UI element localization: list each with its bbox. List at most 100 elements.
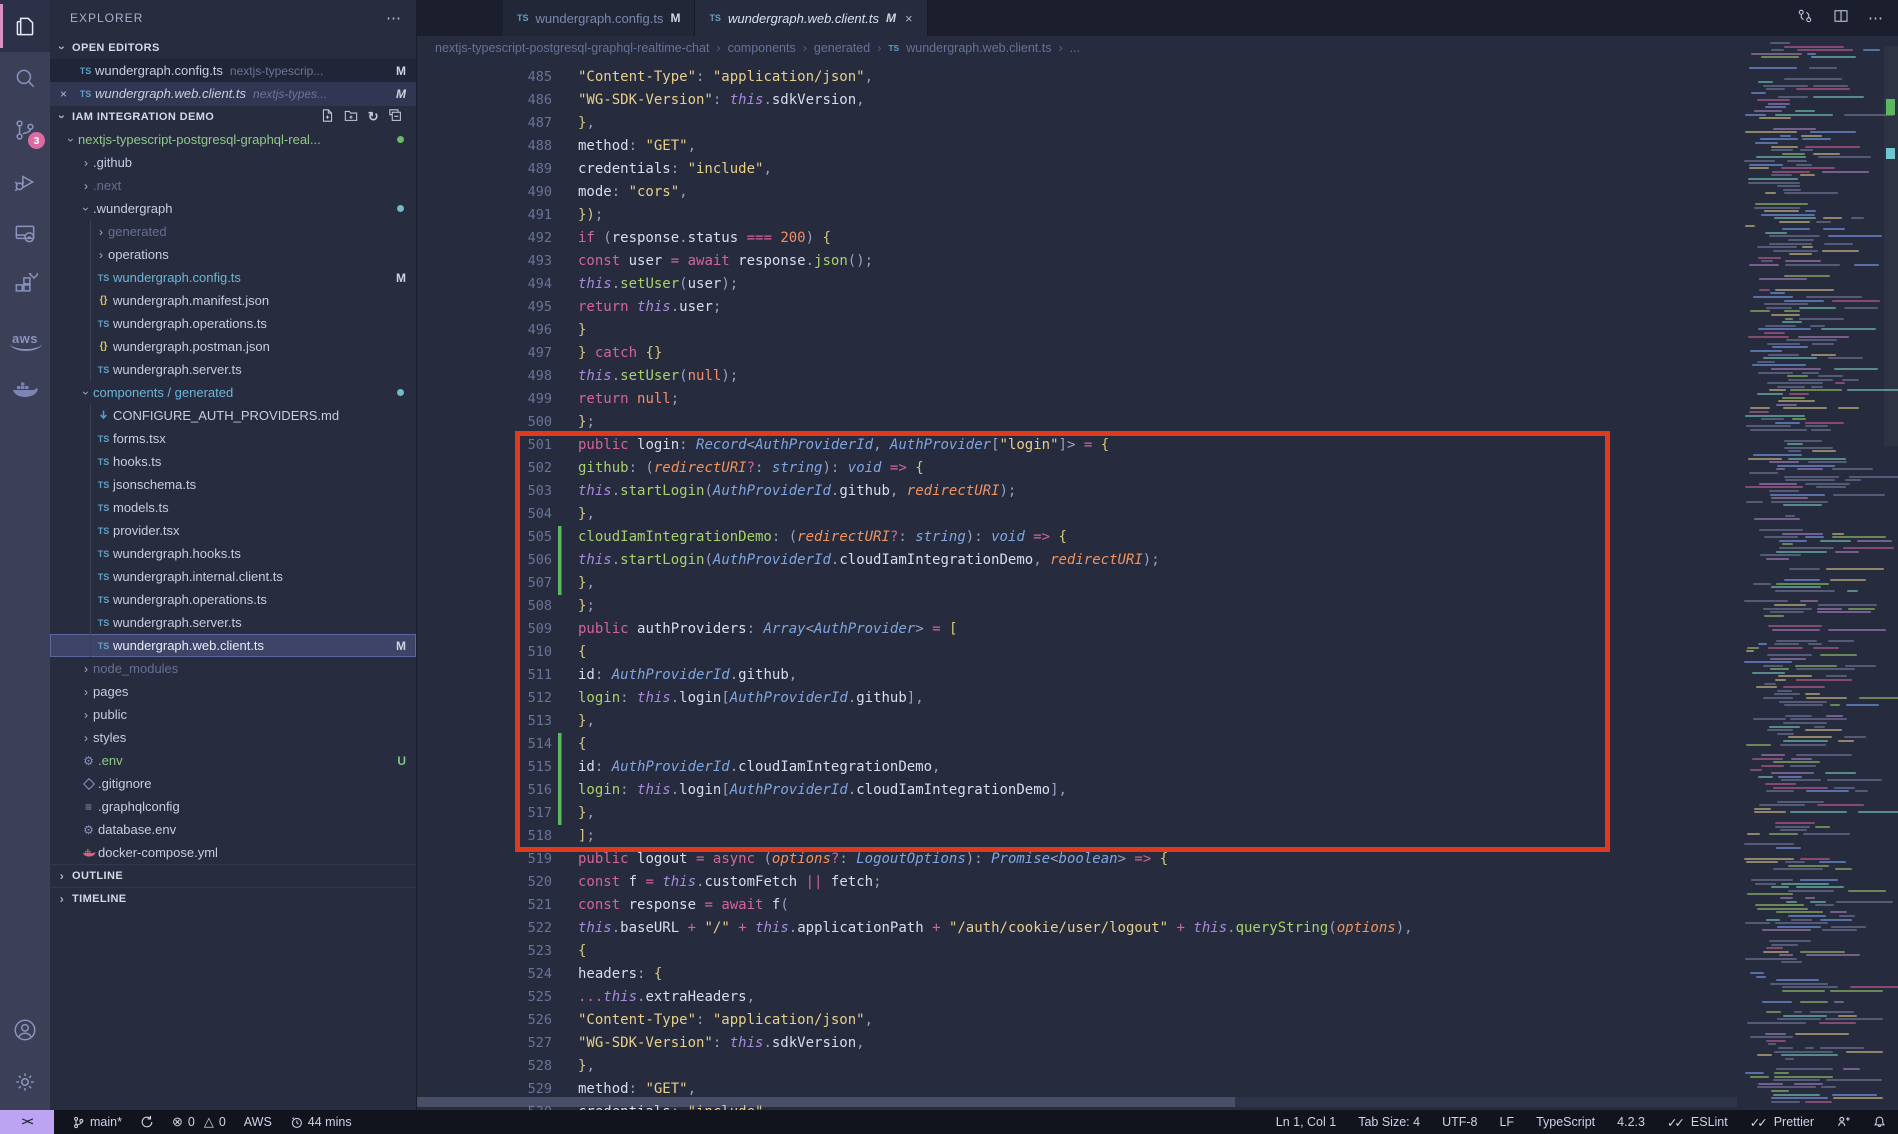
- line-number[interactable]: 520: [417, 871, 552, 894]
- line-number[interactable]: 506: [417, 549, 552, 572]
- code-line-506[interactable]: 506this.startLogin(AuthProviderId.cloudI…: [417, 549, 1737, 572]
- code-line-515[interactable]: 515id: AuthProviderId.cloudIamIntegratio…: [417, 756, 1737, 779]
- code-line-528[interactable]: 528},: [417, 1055, 1737, 1078]
- tree-item-CONFIGURE_AUTH_PROVIDERS.md[interactable]: CONFIGURE_AUTH_PROVIDERS.md: [50, 404, 416, 427]
- line-number[interactable]: 496: [417, 319, 552, 342]
- code-line-517[interactable]: 517},: [417, 802, 1737, 825]
- code-line-489[interactable]: 489credentials: "include",: [417, 158, 1737, 181]
- line-number[interactable]: 517: [417, 802, 552, 825]
- open-changes-icon[interactable]: [1796, 7, 1814, 30]
- new-folder-icon[interactable]: [344, 109, 358, 125]
- code-line-492[interactable]: 492if (response.status === 200) {: [417, 227, 1737, 250]
- code-line-501[interactable]: 501public login: Record<AuthProviderId, …: [417, 434, 1737, 457]
- tree-item-styles[interactable]: ›styles: [50, 726, 416, 749]
- line-number[interactable]: 525: [417, 986, 552, 1009]
- split-editor-icon[interactable]: [1832, 7, 1850, 30]
- line-number[interactable]: 508: [417, 595, 552, 618]
- line-number[interactable]: 505: [417, 526, 552, 549]
- code-line-516[interactable]: 516login: this.login[AuthProviderId.clou…: [417, 779, 1737, 802]
- line-number[interactable]: 512: [417, 687, 552, 710]
- tree-item-node_modules[interactable]: ›node_modules: [50, 657, 416, 680]
- line-number[interactable]: 528: [417, 1055, 552, 1078]
- tree-item-.next[interactable]: ›.next: [50, 174, 416, 197]
- breadcrumb-item[interactable]: nextjs-typescript-postgresql-graphql-rea…: [435, 41, 709, 55]
- code-line-504[interactable]: 504},: [417, 503, 1737, 526]
- code-line-522[interactable]: 522this.baseURL + "/" + this.application…: [417, 917, 1737, 940]
- sync-icon[interactable]: [140, 1115, 154, 1129]
- remote-indicator[interactable]: ><: [0, 1110, 54, 1134]
- line-number[interactable]: 500: [417, 411, 552, 434]
- line-number[interactable]: 487: [417, 112, 552, 135]
- tree-item-.wundergraph[interactable]: ›.wundergraph: [50, 197, 416, 220]
- tree-item-models.ts[interactable]: TSmodels.ts: [50, 496, 416, 519]
- tab-size[interactable]: Tab Size: 4: [1358, 1115, 1420, 1129]
- line-number[interactable]: 491: [417, 204, 552, 227]
- settings-gear-icon[interactable]: [0, 1056, 50, 1108]
- aws-icon[interactable]: aws: [0, 312, 50, 364]
- line-number[interactable]: 513: [417, 710, 552, 733]
- tree-item-provider.tsx[interactable]: TSprovider.tsx: [50, 519, 416, 542]
- tree-item-wundergraph.server.ts[interactable]: TSwundergraph.server.ts: [50, 611, 416, 634]
- remote-explorer-icon[interactable]: [0, 208, 50, 260]
- line-number[interactable]: 498: [417, 365, 552, 388]
- tree-item-wundergraph.config.ts[interactable]: TSwundergraph.config.tsM: [50, 266, 416, 289]
- tree-item-.github[interactable]: ›.github: [50, 151, 416, 174]
- line-number[interactable]: 494: [417, 273, 552, 296]
- language-mode[interactable]: TypeScript: [1536, 1115, 1595, 1129]
- line-number[interactable]: 527: [417, 1032, 552, 1055]
- tree-item-database.env[interactable]: ⚙database.env: [50, 818, 416, 841]
- line-number[interactable]: 488: [417, 135, 552, 158]
- git-branch-item[interactable]: main*: [72, 1115, 122, 1130]
- line-number[interactable]: 522: [417, 917, 552, 940]
- ts-version[interactable]: 4.2.3: [1617, 1115, 1645, 1129]
- explorer-icon[interactable]: [0, 0, 50, 52]
- code-line-494[interactable]: 494this.setUser(user);: [417, 273, 1737, 296]
- editor-more-icon[interactable]: ⋯: [1868, 9, 1884, 27]
- explorer-more-icon[interactable]: ⋯: [386, 9, 402, 27]
- code-line-523[interactable]: 523{: [417, 940, 1737, 963]
- time-tracker-item[interactable]: 44 mins: [290, 1115, 352, 1129]
- tree-item-forms.tsx[interactable]: TSforms.tsx: [50, 427, 416, 450]
- code-line-490[interactable]: 490mode: "cors",: [417, 181, 1737, 204]
- line-number[interactable]: 510: [417, 641, 552, 664]
- section-project[interactable]: ›IAM INTEGRATION DEMO ↻: [50, 105, 416, 128]
- section-open-editors[interactable]: ›OPEN EDITORS: [50, 36, 416, 59]
- breadcrumb-item[interactable]: ...: [1070, 41, 1080, 55]
- feedback-icon[interactable]: [1836, 1115, 1851, 1129]
- tree-item-nextjs-typescript-postgresql-graphql-real...[interactable]: ›nextjs-typescript-postgresql-graphql-re…: [50, 128, 416, 151]
- code-line-496[interactable]: 496}: [417, 319, 1737, 342]
- line-number[interactable]: 518: [417, 825, 552, 848]
- open-editor-wundergraph.config.ts[interactable]: TSwundergraph.config.tsnextjs-typescrip.…: [50, 59, 416, 82]
- line-number[interactable]: 526: [417, 1009, 552, 1032]
- tree-item-operations[interactable]: ›operations: [50, 243, 416, 266]
- eslint-status[interactable]: ✓✓ESLint: [1667, 1115, 1728, 1130]
- prettier-status[interactable]: ✓✓Prettier: [1750, 1115, 1814, 1130]
- line-number[interactable]: 492: [417, 227, 552, 250]
- tree-item-wundergraph.hooks.ts[interactable]: TSwundergraph.hooks.ts: [50, 542, 416, 565]
- horizontal-scrollbar[interactable]: [417, 1097, 1737, 1107]
- open-editor-wundergraph.web.client.ts[interactable]: ×TSwundergraph.web.client.tsnextjs-types…: [50, 82, 416, 105]
- tree-item-.gitignore[interactable]: .gitignore: [50, 772, 416, 795]
- code-line-526[interactable]: 526"Content-Type": "application/json",: [417, 1009, 1737, 1032]
- code-line-511[interactable]: 511id: AuthProviderId.github,: [417, 664, 1737, 687]
- tree-item-components / generated[interactable]: ›components / generated: [50, 381, 416, 404]
- source-control-icon[interactable]: 3: [0, 104, 50, 156]
- close-icon[interactable]: ×: [905, 11, 913, 26]
- line-number[interactable]: 515: [417, 756, 552, 779]
- line-number[interactable]: 486: [417, 89, 552, 112]
- tree-item-wundergraph.operations.ts[interactable]: TSwundergraph.operations.ts: [50, 312, 416, 335]
- code-line-510[interactable]: 510{: [417, 641, 1737, 664]
- line-number[interactable]: 499: [417, 388, 552, 411]
- aws-status-item[interactable]: AWS: [244, 1115, 272, 1129]
- tree-item-pages[interactable]: ›pages: [50, 680, 416, 703]
- eol[interactable]: LF: [1499, 1115, 1514, 1129]
- code-line-527[interactable]: 527"WG-SDK-Version": this.sdkVersion,: [417, 1032, 1737, 1055]
- code-line-508[interactable]: 508};: [417, 595, 1737, 618]
- tree-item-wundergraph.postman.json[interactable]: {}wundergraph.postman.json: [50, 335, 416, 358]
- code-line-502[interactable]: 502github: (redirectURI?: string): void …: [417, 457, 1737, 480]
- code-line-497[interactable]: 497} catch {}: [417, 342, 1737, 365]
- tree-item-public[interactable]: ›public: [50, 703, 416, 726]
- line-number[interactable]: 511: [417, 664, 552, 687]
- code-line-488[interactable]: 488method: "GET",: [417, 135, 1737, 158]
- minimap[interactable]: [1737, 36, 1898, 1110]
